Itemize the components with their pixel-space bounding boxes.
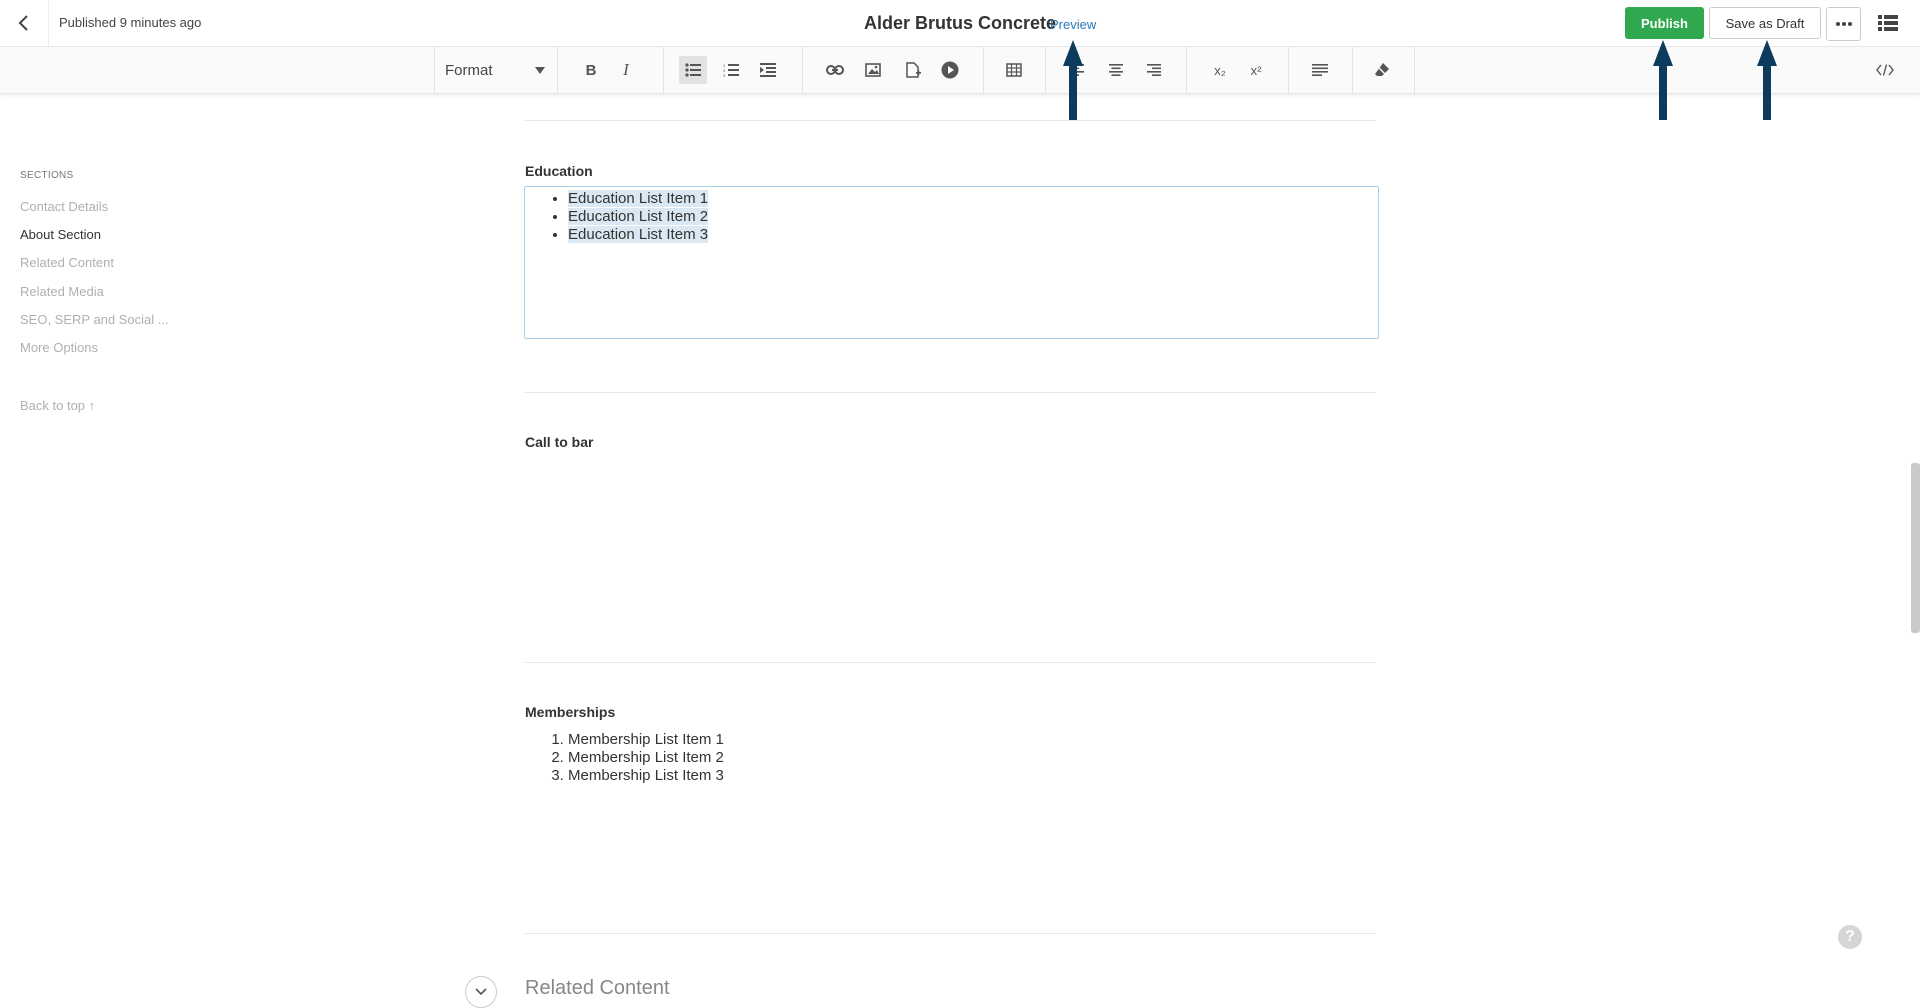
sidebar-item-more-options[interactable]: More Options [20,340,98,355]
italic-button[interactable]: I [612,56,640,84]
section-divider [525,120,1376,121]
bulleted-list-button[interactable] [679,56,707,84]
eraser-icon [1375,63,1389,78]
publish-status: Published 9 minutes ago [59,15,202,30]
format-dropdown-label: Format [445,61,493,79]
align-center-icon [1109,64,1123,76]
sections-list-button[interactable] [1872,7,1904,39]
arrow-up-icon [1063,40,1083,120]
preview-link[interactable]: Preview [1050,17,1096,32]
page-title: Alder Brutus Concrete [864,13,1057,33]
insert-file-button[interactable] [899,56,927,84]
numbered-list-button[interactable]: 123 [717,56,745,84]
code-icon [1876,64,1894,76]
memberships-editor[interactable] [524,726,1377,926]
insert-image-button[interactable] [859,56,887,84]
sections-heading: SECTIONS [20,170,74,181]
call-to-bar-editor[interactable] [524,456,1377,656]
bulleted-list-icon [685,63,701,77]
list-item: Education List Item 3 [568,226,709,244]
education-list: Education List Item 1 Education List Ite… [555,190,709,244]
list-item: Education List Item 1 [568,190,709,208]
caret-down-icon [535,67,545,74]
sidebar-item-seo[interactable]: SEO, SERP and Social ... [20,312,169,327]
back-to-top-link[interactable]: Back to top ↑ [20,398,95,413]
sidebar-item-related-media[interactable]: Related Media [20,284,104,299]
chevron-left-icon [18,15,28,31]
sidebar-item-contact-details[interactable]: Contact Details [20,199,108,214]
ellipsis-icon [1835,22,1852,26]
link-icon [826,65,844,75]
editor-toolbar: Format B I 123 x₂ x² [0,47,1920,94]
memberships-label: Memberships [525,704,616,720]
related-content-toggle[interactable] [465,976,497,1008]
top-bar: Published 9 minutes ago Alder Brutus Con… [0,0,1920,47]
indent-button[interactable] [754,56,782,84]
more-options-button[interactable] [1826,7,1861,41]
clear-formatting-button[interactable] [1368,56,1396,84]
superscript-button[interactable]: x² [1242,56,1270,84]
align-right-button[interactable] [1140,56,1168,84]
image-icon [865,63,881,77]
scrollbar[interactable] [1911,463,1920,633]
numbered-list-icon: 123 [723,63,739,77]
call-to-bar-label: Call to bar [525,434,594,450]
help-icon[interactable]: ? [1838,925,1862,949]
publish-button[interactable]: Publish [1625,7,1704,39]
link-button[interactable] [821,56,849,84]
save-as-draft-button[interactable]: Save as Draft [1709,7,1821,39]
subscript-button[interactable]: x₂ [1206,56,1234,84]
list-view-icon [1878,15,1898,31]
file-add-icon [906,62,921,78]
sidebar-item-about-section[interactable]: About Section [20,227,101,242]
format-dropdown[interactable]: Format [434,47,558,93]
align-right-icon [1147,64,1161,76]
insert-table-button[interactable] [1000,56,1028,84]
indent-icon [760,63,776,77]
insert-video-button[interactable] [936,56,964,84]
arrow-up-icon [1653,40,1673,120]
source-code-button[interactable] [1871,56,1899,84]
list-item: Education List Item 2 [568,208,709,226]
chevron-down-icon [475,988,487,996]
arrow-up-icon [1757,40,1777,120]
section-divider [525,392,1376,393]
svg-text:3: 3 [723,73,726,77]
play-icon [941,61,959,79]
paragraph-icon [1312,64,1328,76]
section-divider [525,662,1376,663]
related-content-title: Related Content [525,977,670,999]
education-label: Education [525,163,593,179]
section-divider [525,933,1376,934]
align-center-button[interactable] [1102,56,1130,84]
paragraph-format-button[interactable] [1306,56,1334,84]
back-button[interactable] [0,0,49,46]
sidebar-item-related-content[interactable]: Related Content [20,255,114,270]
bold-button[interactable]: B [577,56,605,84]
table-icon [1006,63,1022,77]
